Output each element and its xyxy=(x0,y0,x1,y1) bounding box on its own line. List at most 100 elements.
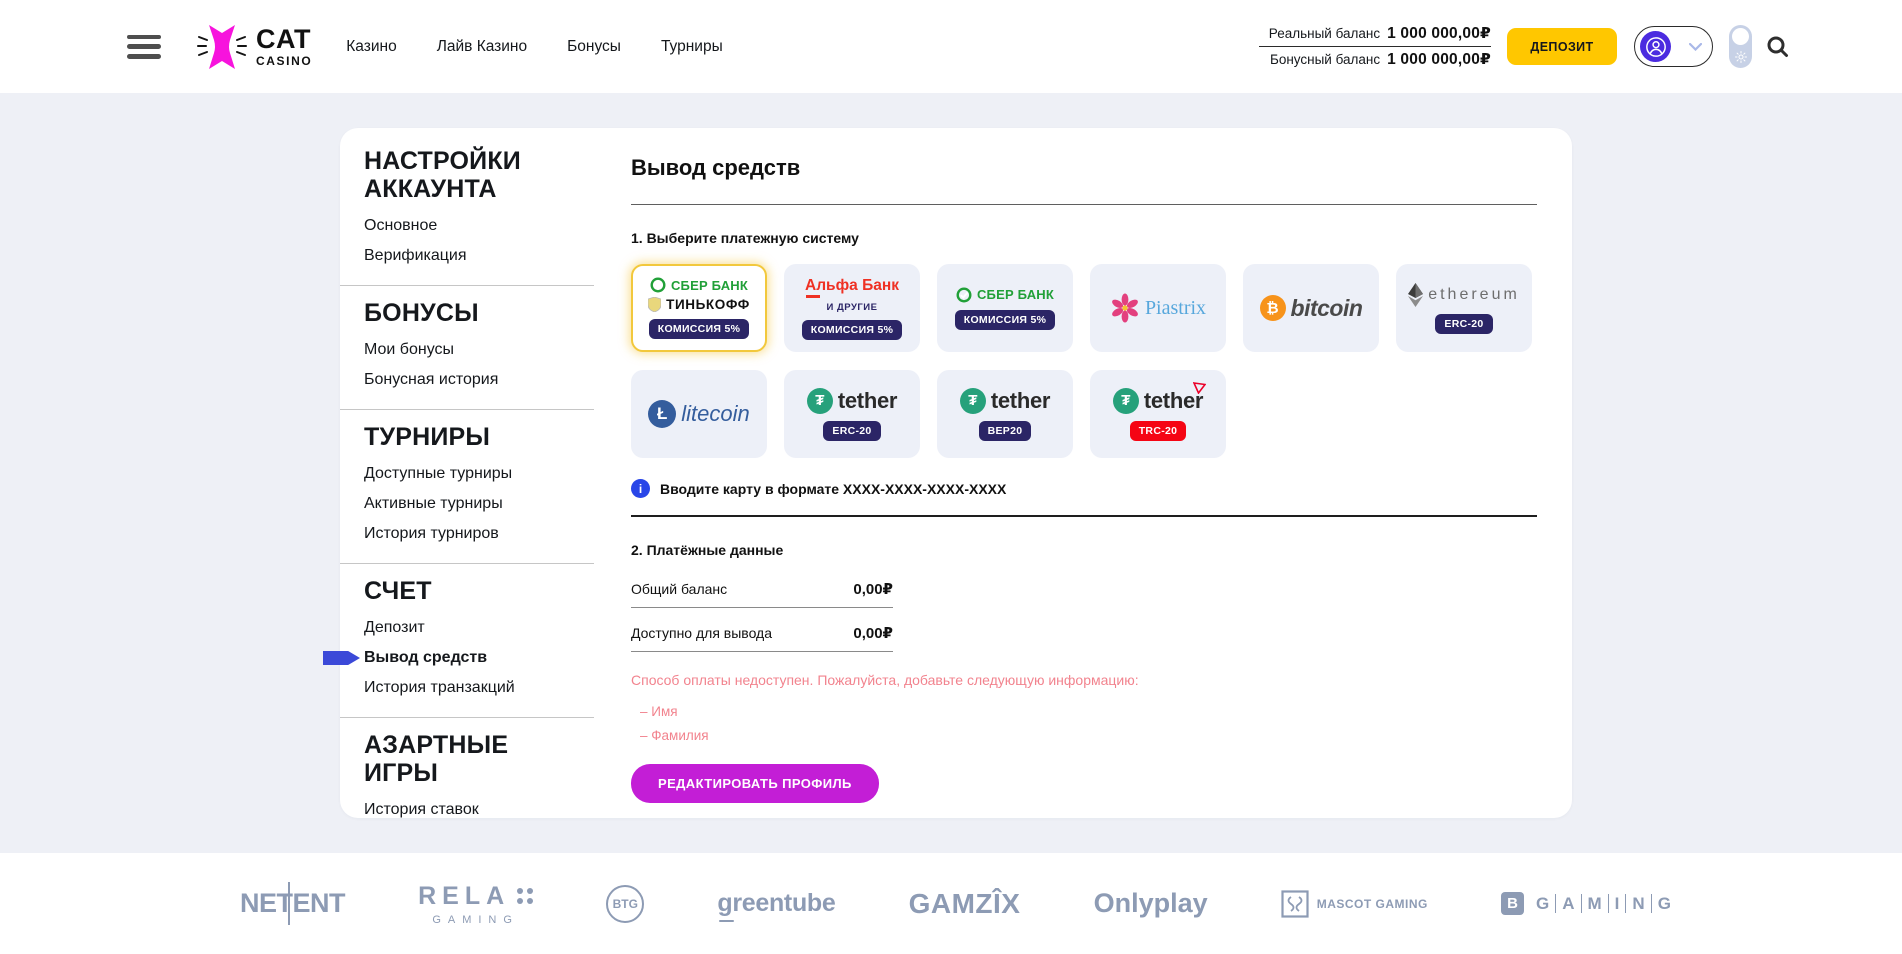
sberbank-icon xyxy=(956,287,972,303)
sidebar-item-bet-history[interactable]: История ставок xyxy=(364,795,594,825)
payment-tile-ethereum[interactable]: ethereum ERC-20 xyxy=(1396,264,1532,352)
theme-toggle[interactable] xyxy=(1729,25,1752,68)
trc20-badge: TRC-20 xyxy=(1130,421,1187,441)
bgaming-letter: M xyxy=(1582,894,1609,913)
sidebar-item-my-bonuses[interactable]: Мои бонусы xyxy=(364,335,594,365)
alfa-bank-label: Альфа Банк xyxy=(805,277,899,295)
sberbank-label: СБЕР БАНК xyxy=(671,278,748,293)
search-button[interactable] xyxy=(1766,35,1790,59)
tether-icon: ₮ xyxy=(1113,388,1139,414)
logo-text: CAT CASINO xyxy=(256,26,312,67)
real-balance-label: Реальный баланс xyxy=(1269,26,1380,41)
real-balance-value: 1 000 000,00₽ xyxy=(1387,24,1491,43)
header: CAT CASINO Казино Лайв Казино Бонусы Тур… xyxy=(0,0,1902,93)
commission-badge: КОМИССИЯ 5% xyxy=(649,319,750,339)
tinkoff-label: ТИНЬКОФФ xyxy=(666,297,750,312)
cat-casino-logo[interactable]: CAT CASINO xyxy=(197,21,312,73)
provider-logo-mascot-gaming: MASCOT GAMING xyxy=(1281,890,1428,918)
tether-icon: ₮ xyxy=(807,388,833,414)
payment-tile-tether-erc20[interactable]: ₮ tether ERC-20 xyxy=(784,370,920,458)
sberbank-label: СБЕР БАНК xyxy=(977,287,1054,302)
step2-label: 2. Платёжные данные xyxy=(631,542,1537,558)
section-divider xyxy=(631,515,1537,517)
logo-line1: CAT xyxy=(256,26,312,53)
edit-profile-button[interactable]: РЕДАКТИРОВАТЬ ПРОФИЛЬ xyxy=(631,764,879,803)
litecoin-label: litecoin xyxy=(681,401,749,427)
sidebar-item-bonus-history[interactable]: Бонусная история xyxy=(364,365,594,395)
ethereum-label: ethereum xyxy=(1428,286,1520,304)
sidebar-item-transaction-history[interactable]: История транзакций xyxy=(364,673,594,703)
sidebar-item-tournament-history[interactable]: История турниров xyxy=(364,519,594,549)
bonus-balance-label: Бонусный баланс xyxy=(1270,52,1380,67)
provider-logo-gamzix: GAMZÎX xyxy=(909,888,1021,920)
provider-logo-btg: BTG xyxy=(606,885,644,923)
tinkoff-icon xyxy=(648,297,661,312)
sidebar-item-deposit[interactable]: Депозит xyxy=(364,613,594,643)
tether-label: tether xyxy=(991,388,1050,414)
payment-tile-tether-trc20[interactable]: ₮ tether TRC-20 xyxy=(1090,370,1226,458)
section-title-tournaments: ТУРНИРЫ xyxy=(364,423,574,451)
bonus-balance-row: Бонусный баланс 1 000 000,00₽ xyxy=(1270,47,1491,72)
main-nav: Казино Лайв Казино Бонусы Турниры xyxy=(346,38,722,56)
sberbank-icon xyxy=(650,277,666,293)
profile-dropdown[interactable] xyxy=(1634,26,1713,67)
bep20-badge: BEP20 xyxy=(979,421,1032,441)
total-balance-row: Общий баланс 0,00₽ xyxy=(631,580,893,608)
logo-line2: CASINO xyxy=(256,55,312,67)
tether-icon: ₮ xyxy=(960,388,986,414)
provider-logo-onlyplay: Onlyplay xyxy=(1094,888,1208,919)
provider-logo-greentube: greentube xyxy=(717,889,835,918)
available-balance-value: 0,00₽ xyxy=(853,624,893,642)
section-title-bonuses: БОНУСЫ xyxy=(364,299,574,327)
sidebar-item-withdrawal-label: Вывод средств xyxy=(364,649,487,666)
missing-fields-list: Имя Фамилия xyxy=(640,700,1537,747)
provider-logo-relax-gaming: RELA GAMING xyxy=(418,882,533,926)
payment-tile-sber-tinkoff[interactable]: СБЕР БАНК ТИНЬКОФФ КОМИССИЯ 5% xyxy=(631,264,767,352)
deposit-button[interactable]: ДЕПОЗИТ xyxy=(1507,28,1617,65)
payment-tile-sberbank[interactable]: СБЕР БАНК КОМИССИЯ 5% xyxy=(937,264,1073,352)
provider-logo-bgaming: B G A M I N G xyxy=(1501,892,1677,915)
providers-footer: NETENT RELA GAMING BTG greentube GAMZÎX … xyxy=(0,853,1902,954)
piastrix-label: Piastrix xyxy=(1145,297,1206,320)
sidebar-item-withdrawal[interactable]: Вывод средств xyxy=(364,643,594,673)
section-title-gambling: АЗАРТНЫЕ ИГРЫ xyxy=(364,731,574,787)
available-balance-row: Доступно для вывода 0,00₽ xyxy=(631,624,893,652)
total-balance-label: Общий баланс xyxy=(631,581,727,597)
bonus-balance-value: 1 000 000,00₽ xyxy=(1387,50,1491,69)
sidebar-item-main[interactable]: Основное xyxy=(364,211,594,241)
commission-badge: КОМИССИЯ 5% xyxy=(802,320,903,340)
nav-tournaments[interactable]: Турниры xyxy=(661,38,723,56)
cat-icon xyxy=(197,21,247,73)
active-item-arrow-icon xyxy=(323,651,360,665)
nav-live-casino[interactable]: Лайв Казино xyxy=(437,38,527,56)
mascot-gaming-label: MASCOT GAMING xyxy=(1317,897,1428,911)
payment-tile-piastrix[interactable]: Piastrix xyxy=(1090,264,1226,352)
sidebar-divider xyxy=(340,409,594,410)
payment-tile-alfa-bank[interactable]: Альфа Банк И ДРУГИЕ КОМИССИЯ 5% xyxy=(784,264,920,352)
sidebar-item-active-tournaments[interactable]: Активные турниры xyxy=(364,489,594,519)
sidebar-item-verification[interactable]: Верификация xyxy=(364,241,594,271)
sidebar-divider xyxy=(340,717,594,718)
providers-row: NETENT RELA GAMING BTG greentube GAMZÎX … xyxy=(240,853,1677,954)
section-title-account-settings: НАСТРОЙКИ АККАУНТА xyxy=(364,147,574,203)
payment-tile-bitcoin[interactable]: ₿ bitcoin xyxy=(1243,264,1379,352)
nav-casino[interactable]: Казино xyxy=(346,38,396,56)
missing-field-last-name: Фамилия xyxy=(640,724,1537,748)
account-sidebar: НАСТРОЙКИ АККАУНТА Основное Верификация … xyxy=(340,128,594,818)
erc20-badge: ERC-20 xyxy=(823,421,880,441)
chevron-down-icon xyxy=(1689,43,1702,51)
relax-gaming-word: GAMING xyxy=(432,914,519,926)
bitcoin-icon: ₿ xyxy=(1260,295,1286,321)
available-balance-label: Доступно для вывода xyxy=(631,625,772,641)
payment-tile-litecoin[interactable]: Ł litecoin xyxy=(631,370,767,458)
sidebar-divider xyxy=(340,563,594,564)
nav-bonuses[interactable]: Бонусы xyxy=(567,38,621,56)
payment-tile-tether-bep20[interactable]: ₮ tether BEP20 xyxy=(937,370,1073,458)
sidebar-item-available-tournaments[interactable]: Доступные турниры xyxy=(364,459,594,489)
balance-block: Реальный баланс 1 000 000,00₽ Бонусный б… xyxy=(1259,21,1491,72)
hamburger-menu-icon[interactable] xyxy=(127,35,161,59)
relax-word: RELA xyxy=(418,882,510,911)
card-format-note: i Вводите карту в формате ХХХХ-ХХХХ-ХХХХ… xyxy=(631,479,1537,498)
erc20-badge: ERC-20 xyxy=(1435,314,1492,334)
bitcoin-label: bitcoin xyxy=(1291,295,1363,322)
